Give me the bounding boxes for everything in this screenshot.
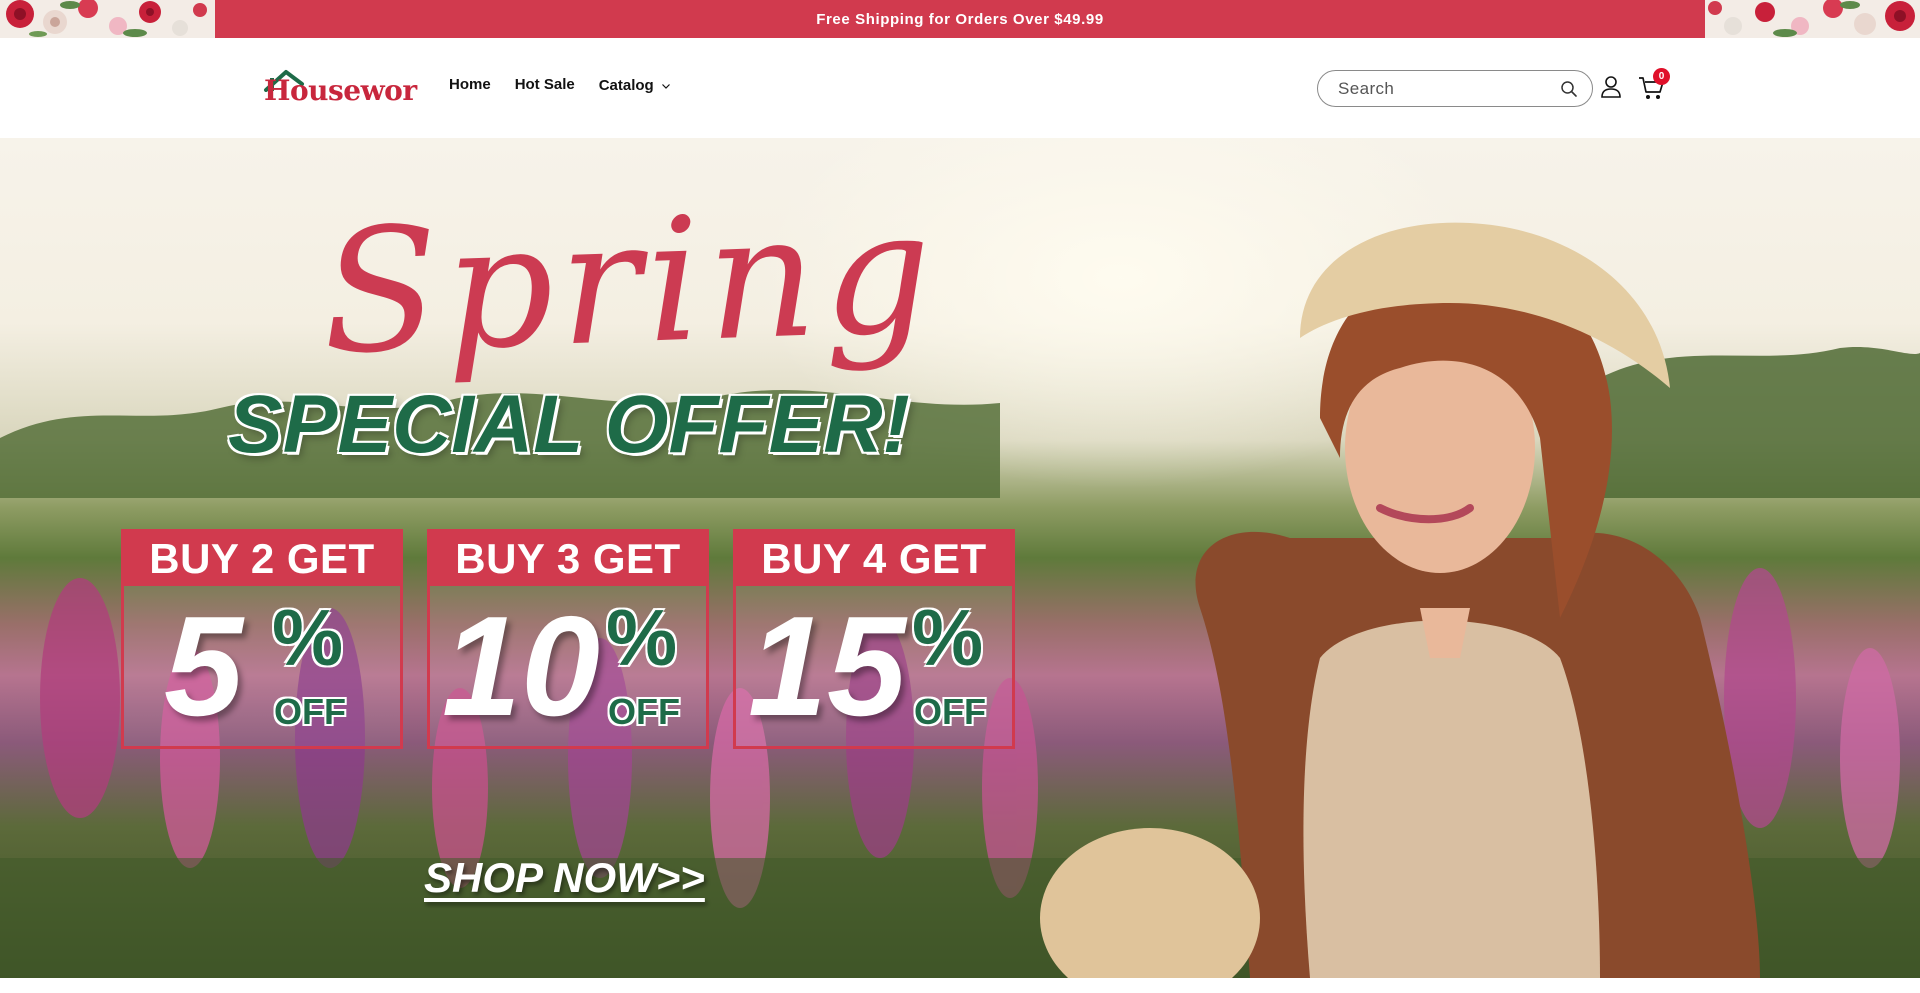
offer-body: 5 % OFF (124, 586, 400, 746)
floral-decoration-left (0, 0, 215, 38)
main-nav: Home Hot Sale Catalog (449, 76, 671, 94)
hero-headline: SPECIAL OFFER! (228, 379, 910, 470)
offer-body: 15 % OFF (736, 586, 1012, 746)
offer-discount-number: 15 (748, 587, 906, 746)
hero-script-title: Spring (318, 173, 941, 393)
search-input[interactable] (1338, 78, 1560, 99)
site-header: Housewor Home Hot Sale Catalog 0 (0, 38, 1920, 138)
floral-decoration-right (1705, 0, 1920, 38)
offer-heading: BUY 3 GET (430, 532, 706, 586)
nav-catalog[interactable]: Catalog (599, 77, 671, 94)
account-icon[interactable] (1600, 75, 1622, 99)
search-box[interactable] (1317, 70, 1593, 107)
announcement-text: Free Shipping for Orders Over $49.99 (816, 10, 1104, 28)
chevron-down-icon (661, 83, 670, 89)
nav-catalog-label: Catalog (598, 77, 654, 94)
offer-off-label: OFF (274, 691, 346, 732)
search-icon[interactable] (1560, 80, 1578, 98)
offer-discount-number: 5 (164, 587, 243, 746)
shop-now-link[interactable]: SHOP NOW>> (424, 854, 705, 902)
offer-heading: BUY 2 GET (124, 532, 400, 586)
offer-off-label: OFF (608, 691, 680, 732)
offer-percent-sign: % (606, 593, 678, 682)
offer-discount-number: 10 (442, 587, 600, 746)
nav-home[interactable]: Home (449, 76, 491, 93)
offer-body: 10 % OFF (430, 586, 706, 746)
offer-heading: BUY 4 GET (736, 532, 1012, 586)
cart-count-badge: 0 (1653, 68, 1670, 85)
announcement-bar: Free Shipping for Orders Over $49.99 (0, 0, 1920, 38)
nav-hot-sale[interactable]: Hot Sale (515, 76, 575, 93)
offer-card-buy-3: BUY 3 GET 10 % OFF (427, 529, 709, 749)
hero-banner[interactable]: Spring SPECIAL OFFER! BUY 2 GET 5 % OFF … (0, 138, 1920, 978)
offer-card-buy-2: BUY 2 GET 5 % OFF (121, 529, 403, 749)
offer-off-label: OFF (914, 691, 986, 732)
offer-percent-sign: % (272, 593, 344, 682)
offer-percent-sign: % (912, 593, 984, 682)
model-figure (1040, 222, 1760, 978)
logo-text: Housewor (264, 74, 417, 107)
logo[interactable]: Housewor (262, 66, 417, 110)
offer-card-buy-4: BUY 4 GET 15 % OFF (733, 529, 1015, 749)
